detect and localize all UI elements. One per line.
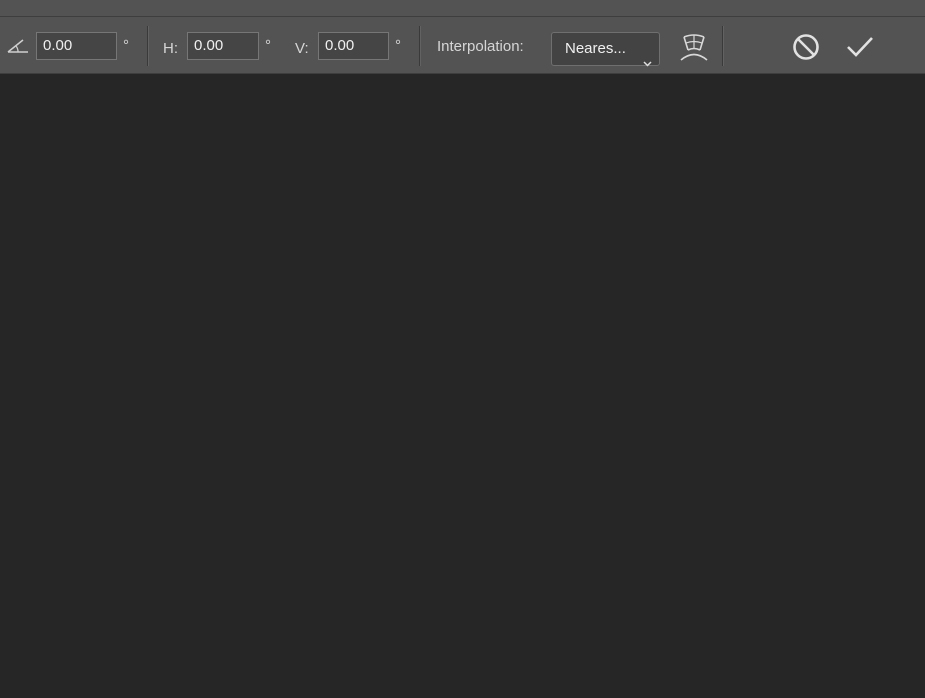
angle-input[interactable]: 0.00	[36, 32, 117, 60]
interpolation-label: Interpolation:	[437, 38, 524, 55]
checkmark-icon[interactable]	[845, 32, 875, 67]
vertical-skew-input[interactable]: 0.00	[318, 32, 389, 60]
divider	[147, 26, 148, 66]
interpolation-selected-value: Neares...	[565, 40, 626, 57]
warp-icon[interactable]	[678, 31, 710, 68]
horizontal-skew-input[interactable]: 0.00	[187, 32, 259, 60]
vertical-skew-label: V:	[295, 40, 309, 57]
horizontal-skew-unit: °	[265, 37, 271, 54]
vertical-skew-unit: °	[395, 37, 401, 54]
canvas-area[interactable]	[0, 74, 925, 698]
divider	[419, 26, 420, 66]
transform-options-bar: 0.00 ° H: 0.00 ° V: 0.00 ° Interpolation…	[0, 16, 925, 74]
horizontal-skew-label: H:	[163, 40, 178, 57]
angle-icon	[6, 37, 30, 60]
angle-unit: °	[123, 37, 129, 54]
cancel-icon[interactable]	[791, 32, 821, 67]
top-strip	[0, 0, 925, 16]
divider	[722, 26, 723, 66]
interpolation-dropdown[interactable]: Neares...	[551, 32, 660, 67]
